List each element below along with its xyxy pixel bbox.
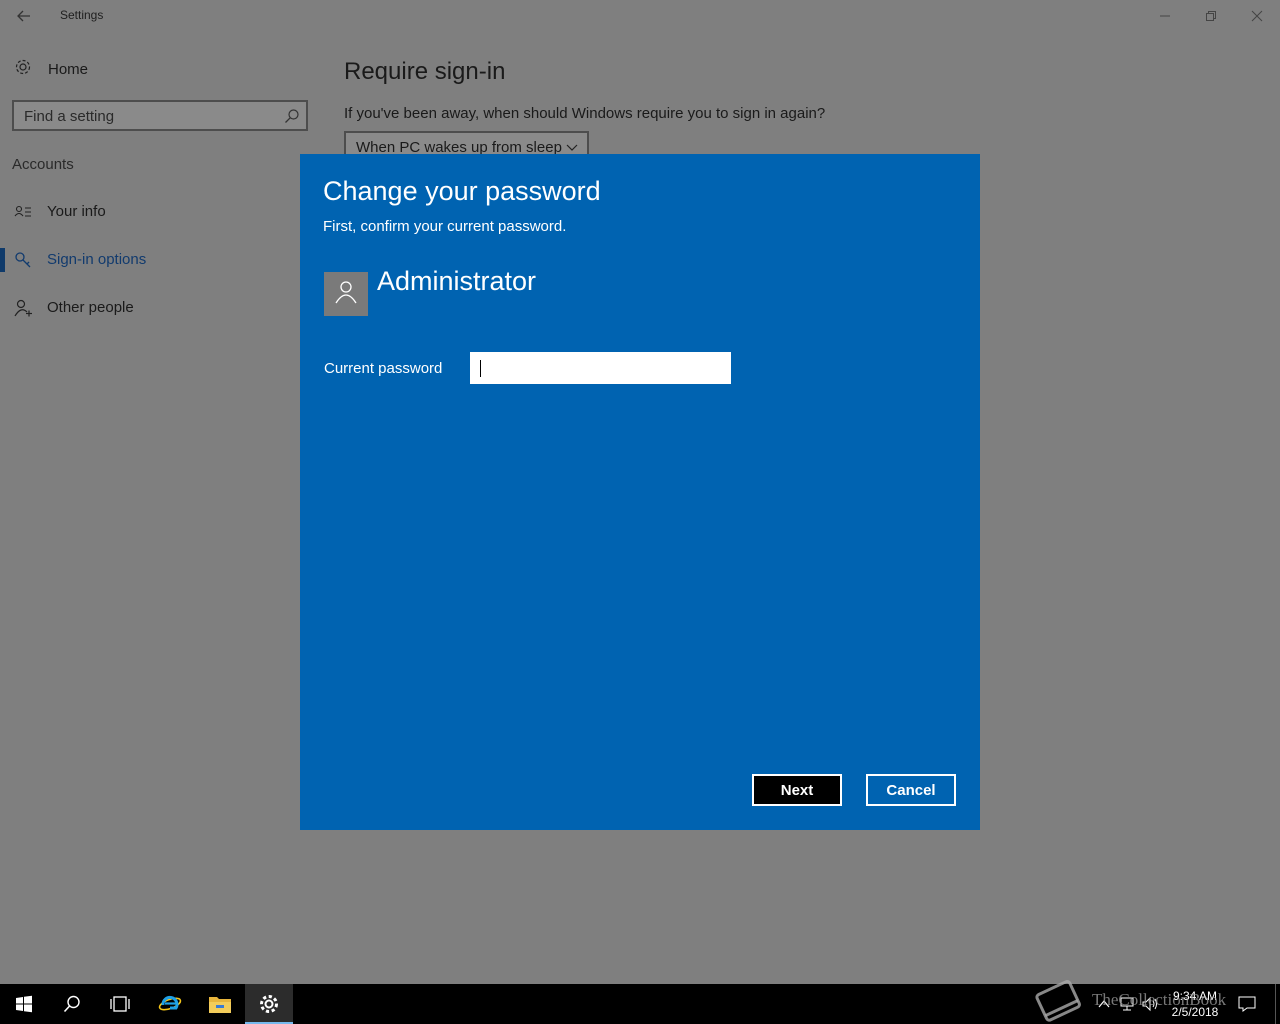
window-title: Settings (60, 8, 104, 22)
restore-icon[interactable] (1188, 0, 1234, 32)
dialog-title: Change your password (323, 176, 601, 206)
close-icon[interactable] (1234, 0, 1280, 32)
sidebar-item-label: Other people (47, 299, 134, 316)
contact-card-icon (14, 203, 32, 221)
settings-icon[interactable] (245, 984, 293, 1024)
text-caret (480, 360, 481, 377)
search-box[interactable] (12, 100, 308, 131)
sidebar-item-label: Sign-in options (47, 251, 147, 268)
current-password-field[interactable] (470, 352, 731, 384)
page-title: Require sign-in (344, 58, 506, 85)
minimize-icon[interactable] (1142, 0, 1188, 32)
back-arrow-icon[interactable] (12, 6, 36, 26)
nav-home[interactable]: Home (14, 58, 88, 80)
search-input[interactable] (24, 106, 274, 126)
internet-explorer-icon[interactable] (146, 984, 194, 1024)
title-bar: Settings (0, 0, 1280, 32)
user-name: Administrator (377, 266, 537, 296)
show-desktop-button[interactable] (1275, 984, 1276, 1024)
sidebar-item-sign-in-options[interactable]: Sign-in options (0, 240, 300, 280)
user-icon (335, 280, 357, 309)
section-label-accounts: Accounts (12, 156, 74, 173)
person-add-icon (14, 299, 32, 317)
current-password-label: Current password (324, 360, 443, 377)
watermark-text: TheCollectionBook (1092, 990, 1227, 1009)
start-icon[interactable] (0, 984, 48, 1024)
sidebar-item-label: Your info (47, 203, 106, 220)
sidebar-item-other-people[interactable]: Other people (0, 288, 300, 328)
chevron-down-icon (565, 141, 579, 155)
next-button[interactable]: Next (752, 774, 842, 806)
gear-icon (14, 58, 32, 80)
search-icon[interactable] (284, 108, 300, 124)
change-password-dialog: Change your password First, confirm your… (300, 154, 980, 830)
nav-home-label: Home (48, 60, 89, 78)
require-sign-in-question: If you've been away, when should Windows… (344, 105, 826, 122)
key-icon (14, 251, 32, 269)
search-icon[interactable] (48, 984, 96, 1024)
avatar (324, 272, 368, 316)
cancel-button[interactable]: Cancel (866, 774, 956, 806)
dialog-subtitle: First, confirm your current password. (323, 218, 567, 235)
task-view-icon[interactable] (96, 984, 144, 1024)
file-explorer-icon[interactable] (196, 984, 244, 1024)
sidebar-item-your-info[interactable]: Your info (0, 192, 300, 232)
